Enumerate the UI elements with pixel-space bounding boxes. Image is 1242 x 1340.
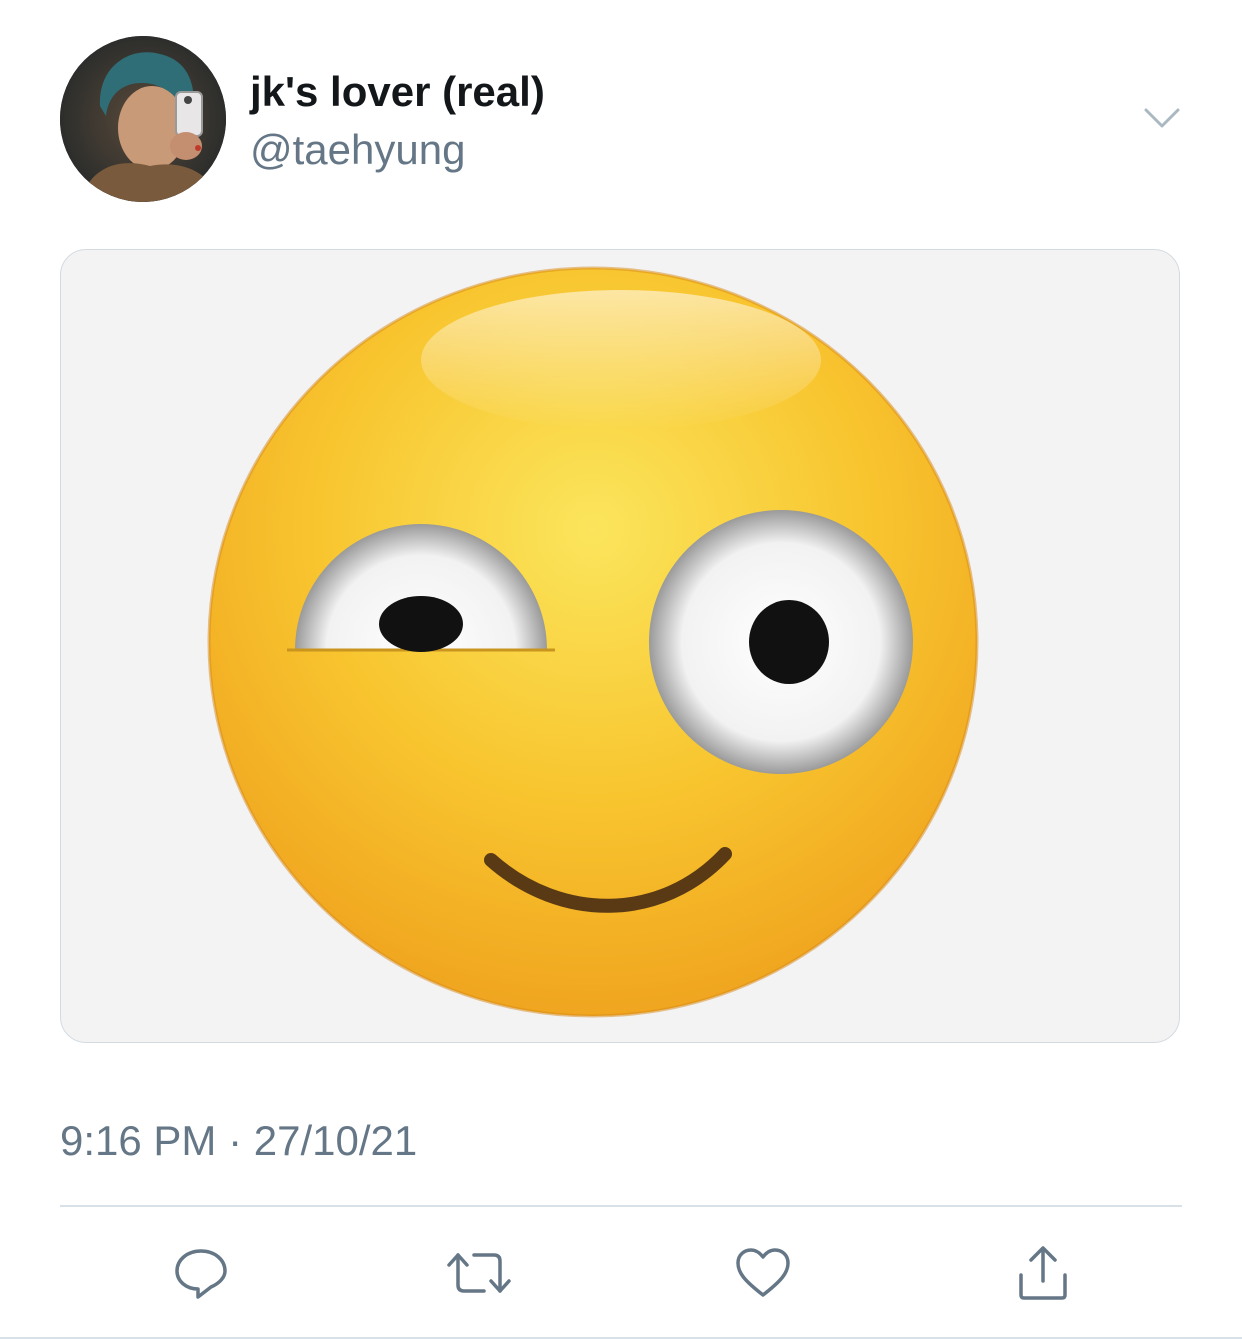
tweet-media[interactable]	[60, 249, 1180, 1043]
divider	[60, 1205, 1182, 1207]
chevron-down-icon[interactable]	[1142, 100, 1182, 136]
share-icon	[1019, 1246, 1067, 1300]
divider	[0, 1337, 1242, 1339]
retweet-icon	[447, 1253, 511, 1293]
tweet-action-bar	[60, 1236, 1182, 1310]
tweet-timestamp[interactable]: 9:16 PM · 27/10/21	[60, 1112, 417, 1170]
smirking-emoji-image	[207, 266, 979, 1018]
user-handle[interactable]: @taehyung	[250, 122, 465, 178]
avatar[interactable]	[60, 36, 226, 202]
heart-icon	[736, 1248, 790, 1297]
display-name[interactable]: jk's lover (real)	[250, 64, 545, 120]
like-button[interactable]	[726, 1236, 800, 1310]
retweet-button[interactable]	[442, 1236, 516, 1310]
share-button[interactable]	[1006, 1236, 1080, 1310]
reply-button[interactable]	[164, 1236, 238, 1310]
comment-icon	[175, 1249, 227, 1299]
